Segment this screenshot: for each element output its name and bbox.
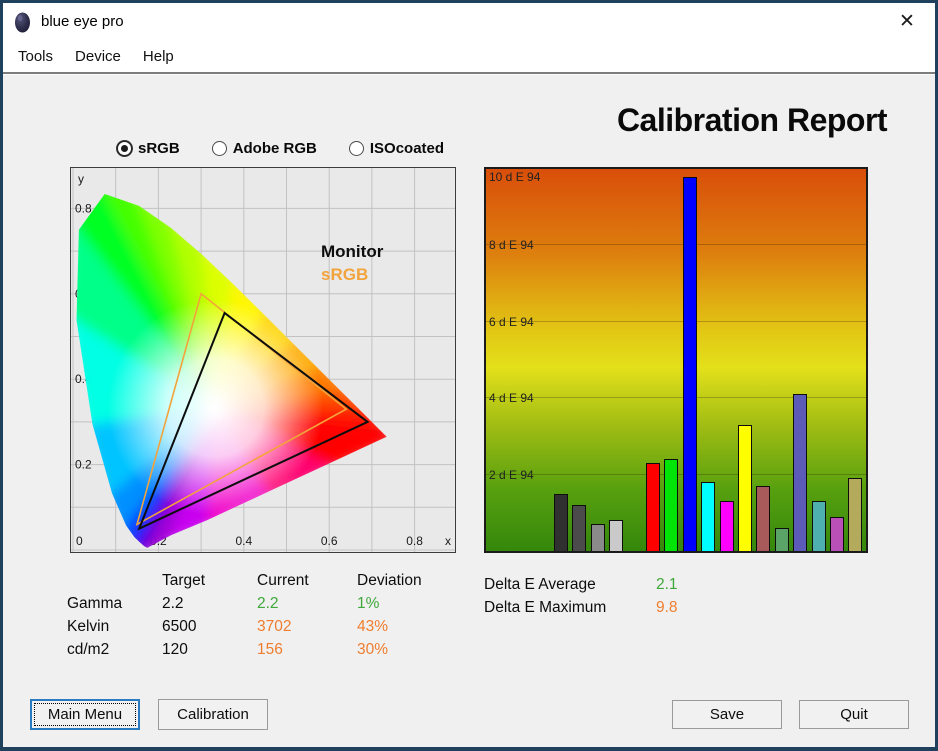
window-title: blue eye pro (41, 13, 124, 30)
menu-device[interactable]: Device (64, 43, 132, 70)
row-label: Gamma (67, 595, 162, 613)
gridline-label: 4 d E 94 (489, 391, 534, 405)
calibration-button[interactable]: Calibration (158, 699, 268, 730)
svg-text:x: x (445, 534, 451, 548)
delta-e-maximum-value: 9.8 (656, 599, 736, 617)
delta-e-bar (701, 482, 715, 551)
svg-text:0.2: 0.2 (75, 458, 92, 472)
delta-e-bar-chart: 10 d E 94 8 d E 94 6 d E 94 4 d E 94 2 d E 9… (484, 167, 868, 553)
gridline-label: 2 d E 94 (489, 468, 534, 482)
delta-e-bar (756, 486, 770, 551)
target-value: 120 (162, 641, 257, 659)
delta-e-bar (572, 505, 586, 551)
gridline-label: 10 d E 94 (489, 170, 540, 184)
col-deviation: Deviation (357, 572, 467, 590)
svg-text:0.8: 0.8 (406, 534, 423, 548)
menu-help[interactable]: Help (132, 43, 185, 70)
save-button[interactable]: Save (672, 700, 782, 729)
close-icon[interactable]: ✕ (887, 6, 927, 37)
radio-label: Adobe RGB (233, 140, 317, 157)
gridline-label: 8 d E 94 (489, 238, 534, 252)
gridline (486, 397, 866, 398)
svg-text:y: y (78, 172, 84, 186)
radio-unselected-icon[interactable] (212, 141, 227, 156)
deviation-value: 43% (357, 618, 467, 636)
legend-monitor-label: Monitor (321, 240, 383, 263)
delta-e-average-label: Delta E Average (484, 576, 656, 594)
delta-e-bar (683, 177, 697, 551)
menu-tools[interactable]: Tools (7, 43, 64, 70)
deviation-value: 30% (357, 641, 467, 659)
target-value: 6500 (162, 618, 257, 636)
target-value: 2.2 (162, 595, 257, 613)
table-row: Gamma 2.2 2.2 1% (67, 592, 467, 615)
chromaticity-svg: 00.20.40.60.80.80.60.40.2yx (71, 168, 455, 552)
svg-text:0.8: 0.8 (75, 201, 92, 215)
row-label: cd/m2 (67, 641, 162, 659)
menu-bar: Tools Device Help (3, 40, 935, 72)
quit-button[interactable]: Quit (799, 700, 909, 729)
radio-selected-icon[interactable] (117, 141, 132, 156)
current-value: 2.2 (257, 595, 357, 613)
svg-text:0.4: 0.4 (235, 534, 252, 548)
row-label: Kelvin (67, 618, 162, 636)
gamut-legend: Monitor sRGB (321, 240, 383, 286)
delta-e-bar (591, 524, 605, 551)
profile-radios: sRGB Adobe RGB ISOcoated (117, 140, 444, 157)
current-value: 3702 (257, 618, 357, 636)
delta-e-bar (793, 394, 807, 551)
delta-e-bar (554, 494, 568, 551)
table-row: Kelvin 6500 3702 43% (67, 615, 467, 638)
current-value: 156 (257, 641, 357, 659)
gridline-label: 6 d E 94 (489, 315, 534, 329)
gridline (486, 321, 866, 322)
page-title: Calibration Report (547, 102, 938, 139)
delta-e-maximum-label: Delta E Maximum (484, 599, 656, 617)
radio-unselected-icon[interactable] (349, 141, 364, 156)
radio-label: sRGB (138, 140, 180, 157)
delta-e-bar (812, 501, 826, 551)
delta-e-bar (738, 425, 752, 551)
svg-text:0: 0 (76, 534, 83, 548)
delta-e-bar (848, 478, 862, 551)
gridline (486, 168, 866, 169)
delta-e-bar (775, 528, 789, 551)
app-logo-icon (14, 11, 31, 33)
radio-srgb[interactable]: sRGB (117, 140, 180, 157)
deviation-value: 1% (357, 595, 467, 613)
gridline (486, 244, 866, 245)
results-table: Target Current Deviation Gamma 2.2 2.2 1… (67, 569, 467, 661)
radio-label: ISOcoated (370, 140, 444, 157)
delta-e-average-value: 2.1 (656, 576, 736, 594)
chromaticity-diagram: 00.20.40.60.80.80.60.40.2yx Monitor sRGB (70, 167, 456, 553)
delta-e-bar (830, 517, 844, 551)
title-bar: blue eye pro ✕ (3, 3, 935, 40)
legend-srgb-label: sRGB (321, 263, 383, 286)
main-menu-button[interactable]: Main Menu (30, 699, 140, 730)
delta-e-bar (664, 459, 678, 551)
delta-e-bar (609, 520, 623, 551)
delta-e-bar (720, 501, 734, 551)
col-current: Current (257, 572, 357, 590)
main-panel: sRGB Adobe RGB ISOcoated Calibration Repor… (3, 72, 935, 747)
app-window: blue eye pro ✕ Tools Device Help sRGB Ado… (0, 0, 938, 751)
col-target: Target (162, 572, 257, 590)
radio-isocoated[interactable]: ISOcoated (349, 140, 444, 157)
svg-text:0.6: 0.6 (321, 534, 338, 548)
table-row: cd/m2 120 156 30% (67, 638, 467, 661)
delta-e-summary: Delta E Average 2.1 Delta E Maximum 9.8 (484, 573, 736, 619)
delta-e-bar (646, 463, 660, 551)
radio-adobe-rgb[interactable]: Adobe RGB (212, 140, 317, 157)
